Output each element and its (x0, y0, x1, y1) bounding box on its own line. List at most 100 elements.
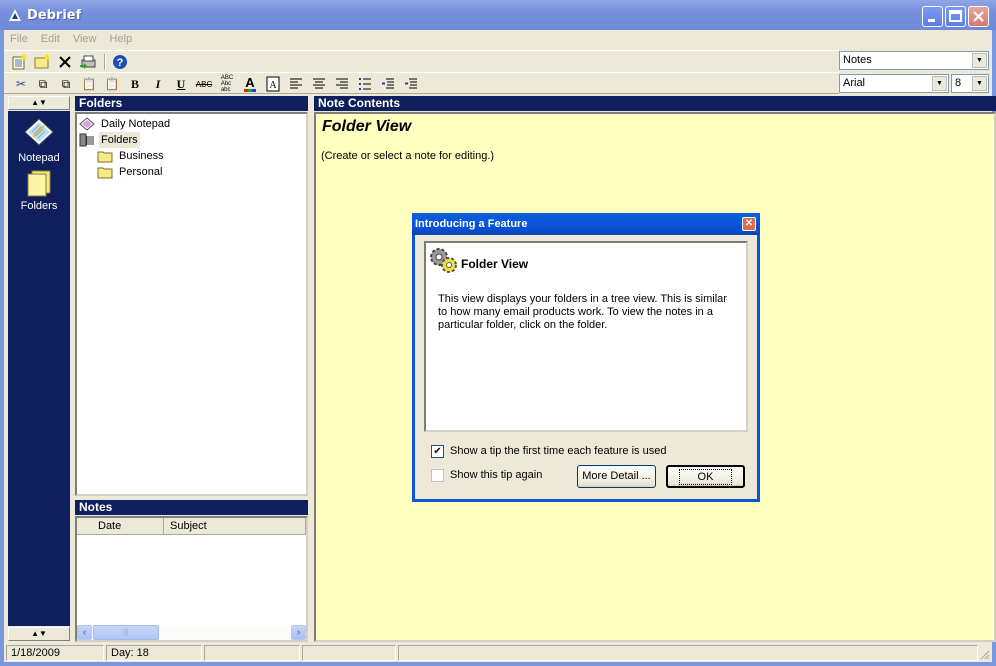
italic-button[interactable]: I (149, 76, 167, 92)
minimize-icon (928, 19, 935, 22)
checkbox-label: Show this tip again (450, 469, 543, 481)
tree-item-folders[interactable]: Folders (79, 132, 140, 148)
menu-view[interactable]: View (67, 30, 101, 45)
underline-button[interactable]: U (172, 76, 190, 92)
align-right-button[interactable] (333, 76, 351, 92)
folders-icon (27, 170, 51, 197)
new-note-button[interactable] (10, 54, 28, 70)
resize-grip-icon[interactable] (978, 648, 990, 660)
notepad-icon (79, 117, 95, 131)
close-icon (973, 11, 984, 22)
paste-icon: 📋 (81, 77, 97, 91)
bullets-button[interactable] (356, 76, 374, 92)
folder-tree[interactable]: Daily Notepad Folders Business Personal (75, 112, 308, 496)
tree-item-label: Business (119, 150, 164, 162)
status-date: 1/18/2009 (6, 645, 104, 661)
copy-format-button[interactable]: ⧉ (57, 76, 75, 92)
leftbar-scroll-down-button[interactable]: ▲▼ (8, 627, 70, 641)
chevron-down-icon[interactable]: ▼ (972, 76, 987, 91)
close-button[interactable] (968, 6, 989, 27)
column-header-subject[interactable]: Subject (164, 518, 306, 535)
font-color-button[interactable]: A (241, 76, 259, 92)
italic-icon: I (155, 76, 161, 91)
menu-file[interactable]: File (4, 30, 32, 45)
maximize-button[interactable] (945, 6, 966, 27)
delete-button[interactable] (56, 54, 74, 70)
chevron-right-icon: › (296, 627, 301, 638)
minimize-button[interactable] (922, 6, 943, 27)
svg-text:A: A (269, 80, 277, 91)
feature-dialog: Introducing a Feature ✕ Folder View This… (412, 213, 760, 502)
dialog-heading: Folder View (461, 257, 529, 271)
checkbox-unchecked-icon[interactable] (431, 468, 444, 482)
show-tip-again-checkbox[interactable]: Show this tip again (431, 468, 542, 482)
font-size-combo[interactable]: 8 ▼ (951, 74, 989, 93)
checkbox-label: Show a tip the first time each feature i… (450, 445, 667, 457)
menu-help[interactable]: Help (104, 30, 137, 45)
copy-icon: ⧉ (38, 76, 48, 91)
tree-item-label: Personal (119, 166, 163, 178)
status-pane-5 (398, 645, 978, 661)
tree-item-business[interactable]: Business (97, 148, 166, 164)
svg-text:A: A (245, 76, 255, 90)
show-tip-first-time-checkbox[interactable]: ✔ Show a tip the first time each feature… (431, 444, 666, 458)
dialog-description: This view displays your folders in a tre… (438, 293, 727, 331)
help-icon: ? (113, 55, 127, 69)
chevron-down-icon[interactable]: ▼ (972, 53, 987, 68)
toolbar-separator (104, 54, 106, 70)
menu-edit[interactable]: Edit (35, 30, 64, 45)
dialog-title-bar[interactable]: Introducing a Feature ✕ (412, 213, 760, 235)
shortcut-folders[interactable]: Folders (8, 169, 70, 212)
menu-bar: File Edit View Help (4, 30, 992, 48)
scroll-left-button[interactable]: ‹ (77, 625, 92, 640)
notes-list[interactable]: Date Subject ‹ ||| › (75, 516, 308, 642)
note-contents-header: Note Contents (314, 96, 996, 111)
tree-item-personal[interactable]: Personal (97, 164, 164, 180)
decrease-indent-button[interactable] (379, 76, 397, 92)
scroll-right-button[interactable]: › (291, 625, 306, 640)
title-bar[interactable]: Debrief (0, 0, 996, 30)
print-button[interactable] (79, 54, 97, 70)
content-hint: (Create or select a note for editing.) (321, 150, 495, 162)
notepad-icon (24, 118, 54, 146)
folder-icon (97, 151, 113, 163)
paste-button[interactable]: 📋 (80, 76, 98, 92)
checkbox-checked-icon[interactable]: ✔ (431, 444, 444, 458)
align-left-button[interactable] (287, 76, 305, 92)
shortcut-notepad[interactable]: Notepad (8, 117, 70, 164)
column-header-date[interactable]: Date (77, 518, 164, 535)
font-combo[interactable]: Arial ▼ (839, 74, 949, 93)
paste-special-button[interactable]: 📋 (103, 76, 121, 92)
more-detail-button[interactable]: More Detail ... (577, 465, 656, 488)
leftbar-scroll-up-button[interactable]: ▲▼ (8, 96, 70, 110)
increase-indent-icon (405, 78, 417, 89)
content-title: Folder View (322, 118, 412, 135)
delete-icon (59, 56, 71, 68)
spellcheck-icon: ABC Abc abc (220, 75, 234, 93)
cut-icon: ✂ (15, 77, 27, 91)
spellcheck-button[interactable]: ABC Abc abc (218, 75, 236, 93)
tree-item-daily-notepad[interactable]: Daily Notepad (79, 116, 172, 132)
shortcut-folders-label: Folders (20, 200, 58, 212)
align-center-icon (313, 78, 325, 89)
window-title: Debrief (27, 8, 82, 23)
copy-format-icon: ⧉ (61, 76, 71, 91)
bold-button[interactable]: B (126, 76, 144, 92)
chevron-down-icon[interactable]: ▼ (932, 76, 947, 91)
align-right-icon (336, 78, 348, 89)
view-combo[interactable]: Notes ▼ (839, 51, 989, 70)
scrollbar-thumb[interactable]: ||| (93, 625, 159, 640)
horizontal-scrollbar[interactable]: ‹ ||| › (77, 625, 306, 640)
increase-indent-button[interactable] (402, 76, 420, 92)
new-folder-button[interactable] (33, 54, 51, 70)
scroll-arrows-icon: ▲▼ (31, 629, 47, 638)
align-center-button[interactable] (310, 76, 328, 92)
help-button[interactable]: ? (111, 54, 129, 70)
copy-button[interactable]: ⧉ (34, 76, 52, 92)
cut-button[interactable]: ✂ (12, 76, 30, 92)
ok-button[interactable]: OK (666, 465, 745, 488)
text-box-button[interactable]: A (264, 76, 282, 92)
dialog-close-button[interactable]: ✕ (742, 217, 756, 231)
strikethrough-button[interactable]: ABC (195, 76, 213, 92)
debrief-logo-icon (9, 9, 21, 21)
